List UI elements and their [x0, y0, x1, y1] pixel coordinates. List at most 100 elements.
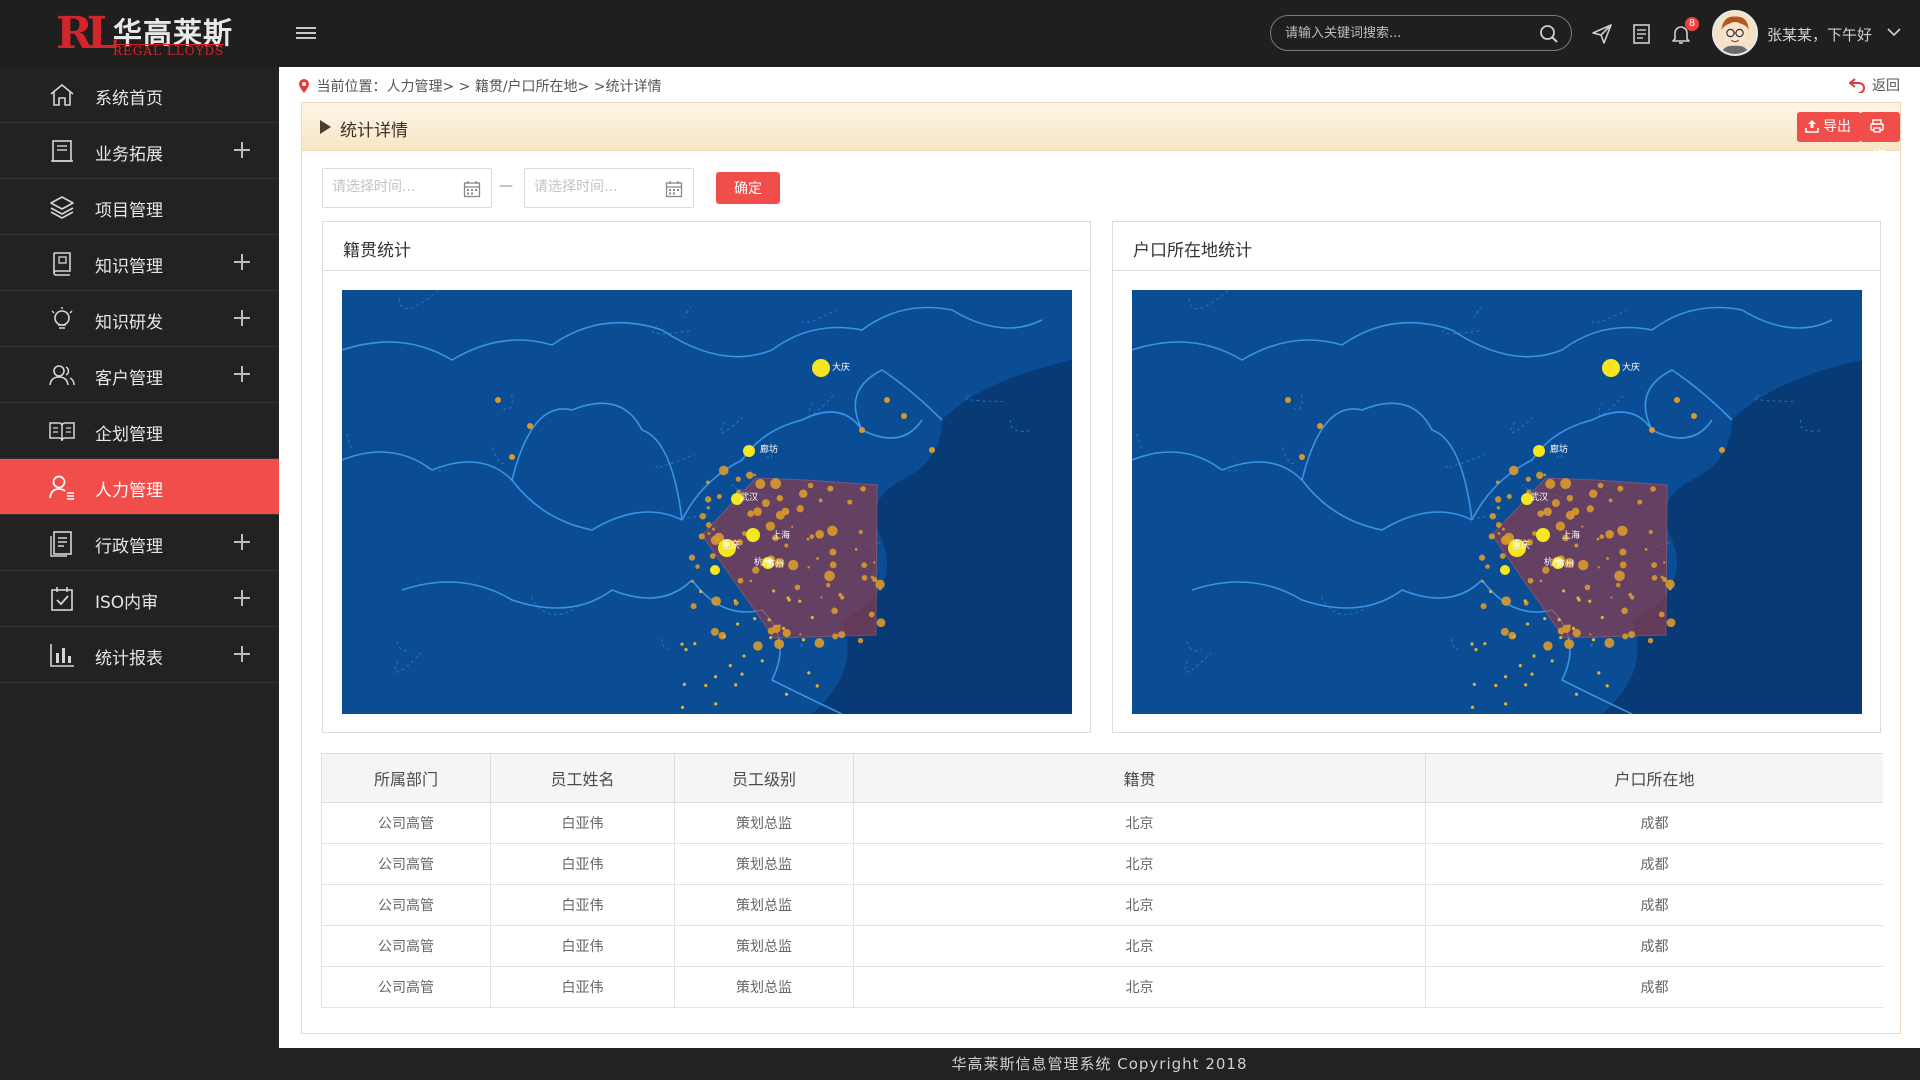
sidebar-item-home[interactable]: 系统首页 — [0, 67, 279, 123]
stats-detail-panel: 统计详情 导出 打印 — 确定 籍贯统计 大庆廊坊武汉上海苏州重庆杭州 — [301, 102, 1901, 1034]
end-date-picker[interactable] — [524, 168, 694, 208]
print-label: 打印 — [1872, 149, 1886, 195]
end-date-input[interactable] — [534, 179, 659, 195]
city-dot — [1470, 642, 1474, 646]
sidebar-item-research[interactable]: 知识研发 — [0, 291, 279, 347]
province-border — [1644, 369, 1733, 431]
plus-icon[interactable] — [234, 590, 250, 606]
column-header[interactable]: 户口所在地 — [1425, 753, 1883, 803]
city-dot — [1559, 635, 1563, 640]
city-dot — [693, 642, 697, 646]
city-dot — [861, 575, 868, 581]
city-dot — [777, 624, 781, 628]
column-header[interactable]: 员工级别 — [674, 753, 854, 803]
province-border — [655, 454, 695, 469]
avatar[interactable] — [1712, 10, 1758, 56]
plus-icon[interactable] — [234, 366, 250, 382]
city-dot — [1527, 577, 1534, 584]
print-button[interactable]: 打印 — [1860, 112, 1900, 195]
sidebar-item-knowledge[interactable]: 知识管理 — [0, 235, 279, 291]
table-row[interactable]: 公司高管 白亚伟 策划总监 北京 成都 — [321, 802, 1883, 844]
column-header[interactable]: 员工姓名 — [490, 753, 675, 803]
company-logo[interactable]: RL 华高莱斯 REGAL LLOYDS — [56, 10, 246, 58]
province-border — [1473, 306, 1482, 318]
level-cell: 策划总监 — [674, 884, 854, 926]
city-dot — [761, 499, 770, 508]
city-dot — [1564, 639, 1575, 650]
table-row[interactable]: 公司高管 白亚伟 策划总监 北京 成都 — [321, 843, 1883, 885]
city-dot — [1495, 522, 1502, 528]
search-input[interactable] — [1285, 23, 1525, 43]
sidebar-item-business[interactable]: 业务拓展 — [0, 123, 279, 179]
sidebar-item-projects[interactable]: 项目管理 — [0, 179, 279, 235]
search-box[interactable] — [1270, 15, 1572, 51]
household-map[interactable]: 大庆 廊坊 武汉 上海 苏州 重庆 杭州 — [1132, 290, 1862, 714]
city-dot — [815, 530, 824, 539]
table-row[interactable]: 公司高管 白亚伟 策划总监 北京 成都 — [321, 966, 1883, 1008]
notes-icon[interactable] — [1630, 22, 1654, 46]
calendar-icon[interactable] — [463, 180, 481, 198]
city-marker — [812, 359, 830, 377]
city-dot — [870, 575, 874, 579]
city-dot — [815, 684, 819, 688]
province-border — [1186, 641, 1202, 652]
province-border — [1136, 433, 1142, 449]
province-border — [854, 369, 943, 431]
city-dot — [718, 465, 729, 476]
city-marker — [1602, 359, 1620, 377]
city-dot — [716, 493, 722, 499]
start-date-input[interactable] — [332, 179, 457, 195]
city-dot — [776, 494, 784, 502]
sidebar-item-reports[interactable]: 统计报表 — [0, 627, 279, 683]
city-label: 杭州 — [754, 556, 772, 568]
city-dot — [714, 702, 718, 706]
sidebar-item-label: 人力管理 — [95, 481, 163, 501]
hamburger-menu-icon[interactable] — [296, 24, 316, 44]
confirm-button[interactable]: 确定 — [716, 172, 780, 204]
table-row[interactable]: 公司高管 白亚伟 策划总监 北京 成都 — [321, 925, 1883, 967]
column-header[interactable]: 所属部门 — [321, 753, 491, 803]
plus-icon[interactable] — [234, 254, 250, 270]
city-dot — [878, 586, 882, 591]
city-dot — [829, 548, 837, 556]
column-header[interactable]: 籍贯 — [853, 753, 1426, 803]
plus-icon[interactable] — [234, 534, 250, 550]
native-place-map[interactable]: 大庆 廊坊 武汉 上海 苏州 重庆 杭州 — [342, 290, 1072, 714]
send-icon[interactable] — [1590, 22, 1614, 46]
user-greeting[interactable]: 张某某，下午好 — [1767, 24, 1872, 45]
main-content: 当前位置：人力管理> > 籍贯/户口所在地> >统计详情 返回 统计详情 导出 … — [279, 67, 1920, 1048]
plus-icon[interactable] — [234, 142, 250, 158]
city-dot — [1577, 598, 1581, 602]
plus-icon[interactable] — [234, 646, 250, 662]
start-date-picker[interactable] — [322, 168, 492, 208]
sidebar-item-hr[interactable]: 人力管理 — [0, 459, 279, 515]
sidebar-item-label: 企划管理 — [95, 425, 163, 445]
sidebar-item-iso[interactable]: ISO内审 — [0, 571, 279, 627]
sidebar-item-planning[interactable]: 企划管理 — [0, 403, 279, 459]
checkbox-icon — [51, 587, 73, 611]
sidebar-item-customers[interactable]: 客户管理 — [0, 347, 279, 403]
city-dot — [753, 641, 763, 651]
city-dot — [1565, 510, 1575, 520]
city-dot — [1483, 642, 1487, 646]
chevron-down-icon[interactable] — [1886, 24, 1902, 40]
name-cell: 白亚伟 — [490, 884, 675, 926]
layers-icon — [50, 196, 74, 219]
sidebar-item-label: 行政管理 — [95, 537, 163, 557]
calendar-icon[interactable] — [665, 180, 683, 198]
province-border — [1132, 451, 1473, 531]
plus-icon[interactable] — [234, 310, 250, 326]
city-dot — [1497, 532, 1501, 535]
sidebar-item-label: 客户管理 — [95, 369, 163, 389]
table-row[interactable]: 公司高管 白亚伟 策划总监 北京 成都 — [321, 884, 1883, 926]
sidebar-item-admin[interactable]: 行政管理 — [0, 515, 279, 571]
city-dot — [1599, 534, 1605, 540]
footer-copyright: 华高莱斯信息管理系统 Copyright 2018 — [951, 1055, 1248, 1073]
search-icon[interactable] — [1539, 24, 1559, 44]
export-button[interactable]: 导出 — [1797, 112, 1861, 142]
province-border — [1591, 309, 1627, 324]
city-dot — [807, 482, 814, 489]
back-button[interactable]: 返回 — [1847, 75, 1900, 95]
province-border — [1293, 393, 1303, 410]
city-dot — [858, 529, 863, 535]
